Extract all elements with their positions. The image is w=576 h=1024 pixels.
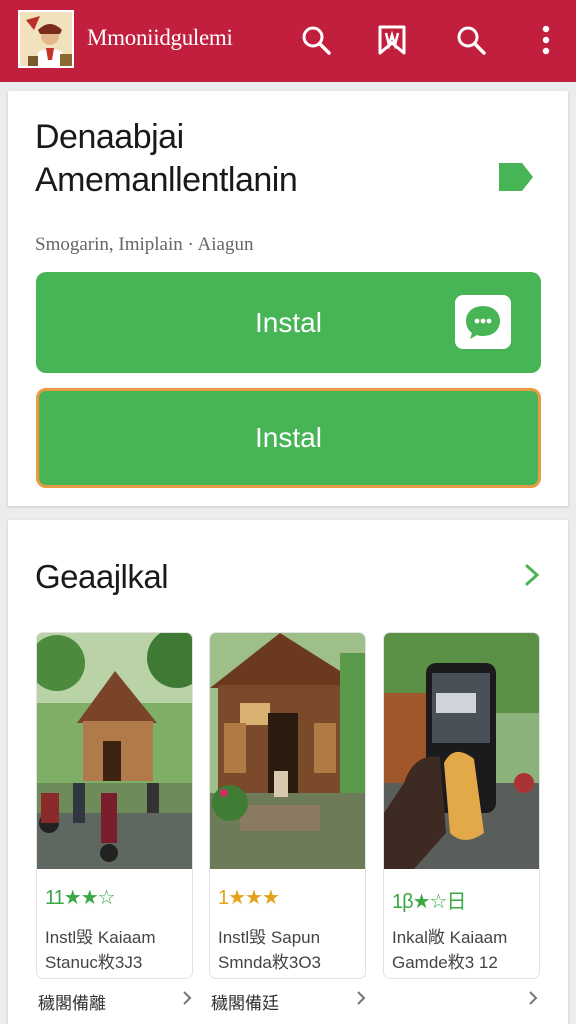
install-secondary-button[interactable]: Instal	[36, 388, 541, 488]
app-thumbnail	[384, 633, 539, 869]
app-name-text: Instl毁 Sapun	[218, 928, 321, 947]
app-card[interactable]: 1β★☆日 Inkal敞 Kaiaam Gamde敉3 12	[383, 632, 540, 979]
app-meta-text: Stanuc敉3J3	[45, 953, 143, 972]
recommended-section: Geaajlkal 11★★☆ Instl毁 Kaiaam Stanuc敉3J3	[8, 520, 568, 1024]
app-title-line1: Denaabjai	[35, 118, 184, 156]
rating-stars: 1β★☆日	[392, 891, 466, 913]
chevron-right-icon[interactable]	[178, 986, 196, 1010]
chevron-right-icon[interactable]	[518, 560, 546, 590]
app-meta-text: Gamde敉3 12	[392, 953, 498, 972]
search-icon[interactable]	[298, 20, 334, 60]
install-secondary-label: Instal	[255, 422, 322, 453]
app-detail-card: Denaabjai Amemanllentlanin Smogarin, Imi…	[8, 91, 568, 506]
app-logo[interactable]	[18, 10, 74, 68]
bookmark-icon[interactable]	[374, 20, 410, 60]
more-vert-icon[interactable]	[528, 20, 564, 60]
app-name-text: Instl毁 Kaiaam	[45, 928, 156, 947]
search-icon[interactable]	[453, 20, 489, 60]
app-footer-label[interactable]: 穢閣備離	[38, 989, 106, 1014]
app-name: Mmoniidgulemi	[87, 25, 233, 50]
app-card[interactable]: 11★★☆ Instl毁 Kaiaam Stanuc敉3J3	[36, 632, 193, 979]
app-subtitle: Smogarin, Imiplain · Aiagun	[35, 234, 254, 255]
chevron-right-icon[interactable]	[352, 986, 370, 1010]
chat-icon[interactable]	[455, 295, 511, 349]
install-button-label: Instal	[255, 306, 322, 338]
app-title-line2: Amemanllentlanin	[35, 161, 298, 199]
app-name-text: Inkal敞 Kaiaam	[392, 928, 508, 947]
section-title: Geaajlkal	[35, 558, 169, 595]
app-thumbnail	[210, 633, 365, 869]
top-app-bar: Mmoniidgulemi	[0, 0, 576, 82]
app-meta-text: Smnda敉3O3	[218, 953, 321, 972]
rating-stars: 1★★★	[218, 887, 280, 909]
chevron-right-icon[interactable]	[524, 986, 542, 1010]
app-card[interactable]: 1★★★ Instl毁 Sapun Smnda敉3O3	[209, 632, 366, 979]
label-tag-icon[interactable]	[498, 161, 534, 193]
app-footer-label[interactable]: 穢閣備廷	[211, 989, 279, 1014]
app-thumbnail	[37, 633, 192, 869]
rating-stars: 11★★☆	[45, 887, 116, 909]
